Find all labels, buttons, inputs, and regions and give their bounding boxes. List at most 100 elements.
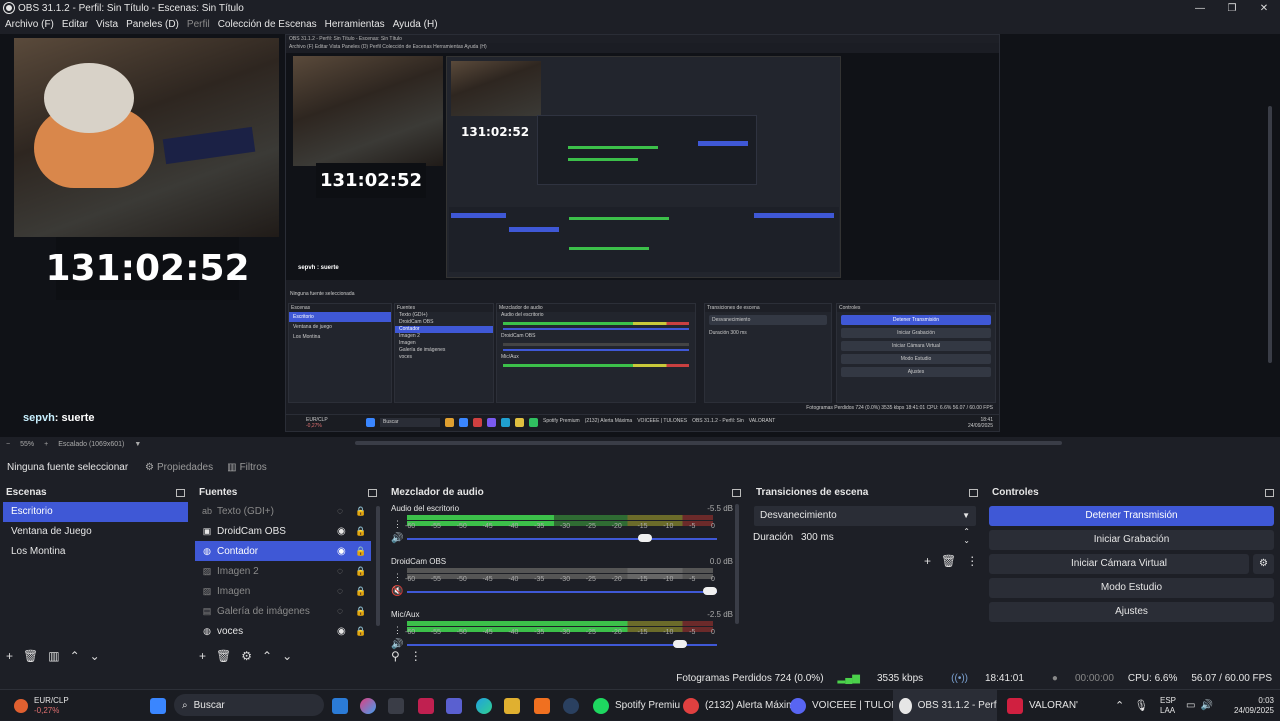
- lock-icon[interactable]: 🔒: [355, 546, 366, 557]
- minimize-button[interactable]: —: [1184, 0, 1216, 16]
- lock-icon[interactable]: 🔒: [355, 606, 366, 617]
- volume-slider[interactable]: [407, 538, 717, 540]
- scene-item-los-montina[interactable]: Los Montina: [3, 542, 188, 562]
- taskbar-app[interactable]: [360, 690, 382, 721]
- add-icon[interactable]: +: [924, 554, 931, 568]
- preview-canvas[interactable]: 131:02:52 sepvh: suerte OBS 31.1.2 - Per…: [0, 34, 1280, 437]
- filters-button[interactable]: ▥ Filtros: [227, 462, 267, 473]
- start-virtual-camera-button[interactable]: Iniciar Cámara Virtual: [989, 554, 1249, 574]
- close-button[interactable]: ✕: [1248, 0, 1280, 16]
- add-icon[interactable]: +: [6, 649, 13, 663]
- source-item[interactable]: ◍ voces ◉ 🔒: [195, 621, 371, 641]
- volume-slider[interactable]: [407, 591, 717, 593]
- undock-icon[interactable]: [368, 488, 377, 497]
- more-options-icon[interactable]: ⋮: [393, 625, 402, 636]
- eye-hidden-icon[interactable]: ◌: [337, 606, 343, 617]
- lock-icon[interactable]: 🔒: [355, 506, 366, 517]
- zoom-in-button[interactable]: +: [44, 441, 48, 448]
- scene-item-escritorio[interactable]: Escritorio: [3, 502, 188, 522]
- virtual-camera-settings-button[interactable]: ⚙: [1253, 554, 1274, 574]
- trash-icon[interactable]: 🗑: [941, 554, 956, 568]
- lock-icon[interactable]: 🔒: [355, 586, 366, 597]
- preview-vertical-scrollbar[interactable]: [1268, 106, 1272, 363]
- scaling-label[interactable]: Escalado (1069x601): [58, 441, 124, 448]
- speaker-icon[interactable]: 🔊: [391, 533, 403, 544]
- microphone-icon[interactable]: 🎙: [1134, 699, 1148, 712]
- eye-hidden-icon[interactable]: ◌: [337, 506, 343, 517]
- studio-mode-button[interactable]: Modo Estudio: [989, 578, 1274, 598]
- chevron-down-icon[interactable]: ⌄: [90, 649, 100, 663]
- gear-icon[interactable]: ⚙: [241, 649, 252, 663]
- display-icon[interactable]: ▭: [1186, 700, 1195, 711]
- more-options-icon[interactable]: ⋮: [410, 649, 422, 663]
- muted-speaker-icon[interactable]: 🔇: [391, 586, 403, 597]
- trash-icon[interactable]: 🗑: [23, 649, 38, 663]
- zoom-out-button[interactable]: −: [6, 441, 10, 448]
- menu-tools[interactable]: Herramientas: [325, 19, 385, 30]
- scene-item-ventana-de-juego[interactable]: Ventana de Juego: [3, 522, 188, 542]
- stock-widget[interactable]: EUR/CLP -0,27%: [14, 690, 69, 721]
- source-item[interactable]: ▨ Imagen ◌ 🔒: [195, 581, 371, 601]
- source-item[interactable]: ▨ Imagen 2 ◌ 🔒: [195, 561, 371, 581]
- lock-icon[interactable]: 🔒: [355, 526, 366, 537]
- more-options-icon[interactable]: ⋮: [393, 572, 402, 583]
- taskbar-valorant[interactable]: VALORAN': [1007, 690, 1078, 721]
- taskbar-app[interactable]: [446, 690, 468, 721]
- volume-slider-handle[interactable]: [637, 534, 652, 542]
- taskbar-spotify[interactable]: Spotify Premiu: [593, 690, 680, 721]
- chevron-up-icon[interactable]: ⌃: [70, 649, 80, 663]
- source-item[interactable]: ab Texto (GDI+) ◌ 🔒: [195, 501, 371, 521]
- menu-help[interactable]: Ayuda (H): [393, 19, 438, 30]
- undock-icon[interactable]: [969, 488, 978, 497]
- menu-profile[interactable]: Perfil: [187, 19, 210, 30]
- eye-icon[interactable]: ◉: [337, 526, 346, 537]
- stop-streaming-button[interactable]: Detener Transmisión: [989, 506, 1274, 526]
- start-button[interactable]: [150, 690, 172, 721]
- trash-icon[interactable]: 🗑: [216, 649, 231, 663]
- spin-arrows-icon[interactable]: ⌃ ⌄: [963, 527, 970, 545]
- sources-scrollbar[interactable]: [376, 506, 380, 626]
- preview-horizontal-scrollbar[interactable]: [355, 441, 1062, 445]
- taskbar-app[interactable]: [476, 690, 498, 721]
- source-item[interactable]: ▣ DroidCam OBS ◉ 🔒: [195, 521, 371, 541]
- source-item[interactable]: ▤ Galería de imágenes ◌ 🔒: [195, 601, 371, 621]
- taskbar-obs[interactable]: OBS 31.1.2 - Perfil: Sir: [893, 690, 997, 721]
- zoom-dropdown-icon[interactable]: ▼: [134, 441, 141, 448]
- settings-button[interactable]: Ajustes: [989, 602, 1274, 622]
- volume-slider-handle[interactable]: [703, 587, 717, 595]
- eye-icon[interactable]: ◉: [337, 626, 346, 637]
- language-indicator[interactable]: ESP LAA: [1160, 690, 1176, 721]
- taskbar-app[interactable]: [332, 690, 354, 721]
- undock-icon[interactable]: [176, 488, 185, 497]
- taskbar-app[interactable]: [388, 690, 410, 721]
- start-recording-button[interactable]: Iniciar Grabación: [989, 530, 1274, 550]
- chevron-up-icon[interactable]: ⌃: [262, 649, 272, 663]
- link-icon[interactable]: ⚲: [391, 649, 400, 663]
- undock-icon[interactable]: [1265, 488, 1274, 497]
- taskbar-app[interactable]: [418, 690, 440, 721]
- duration-input[interactable]: 300 ms ⌃ ⌄: [796, 527, 976, 547]
- eye-hidden-icon[interactable]: ◌: [337, 566, 343, 577]
- taskbar-app[interactable]: [534, 690, 556, 721]
- eye-icon[interactable]: ◉: [337, 546, 346, 557]
- transition-select[interactable]: Desvanecimiento ▼: [754, 506, 976, 526]
- filter-icon[interactable]: ▥: [48, 649, 59, 663]
- taskbar-app[interactable]: [504, 690, 526, 721]
- lock-icon[interactable]: 🔒: [355, 566, 366, 577]
- add-icon[interactable]: +: [199, 649, 206, 663]
- lock-icon[interactable]: 🔒: [355, 626, 366, 637]
- menu-edit[interactable]: Editar: [62, 19, 88, 30]
- chevron-up-icon[interactable]: ⌃: [1115, 699, 1124, 712]
- menu-file[interactable]: Archivo (F): [5, 19, 54, 30]
- more-options-icon[interactable]: ⋮: [393, 519, 402, 530]
- properties-button[interactable]: ⚙ Propiedades: [145, 462, 213, 473]
- more-options-icon[interactable]: ⋮: [966, 554, 978, 568]
- taskbar-alert[interactable]: (2132) Alerta Máxima: [683, 690, 800, 721]
- undock-icon[interactable]: [732, 488, 741, 497]
- menu-view[interactable]: Vista: [96, 19, 118, 30]
- source-item[interactable]: ◍ Contador ◉ 🔒: [195, 541, 371, 561]
- eye-hidden-icon[interactable]: ◌: [337, 586, 343, 597]
- maximize-button[interactable]: ❐: [1216, 0, 1248, 16]
- chevron-down-icon[interactable]: ⌄: [282, 649, 292, 663]
- taskbar-search[interactable]: ⌕ Buscar: [174, 694, 324, 716]
